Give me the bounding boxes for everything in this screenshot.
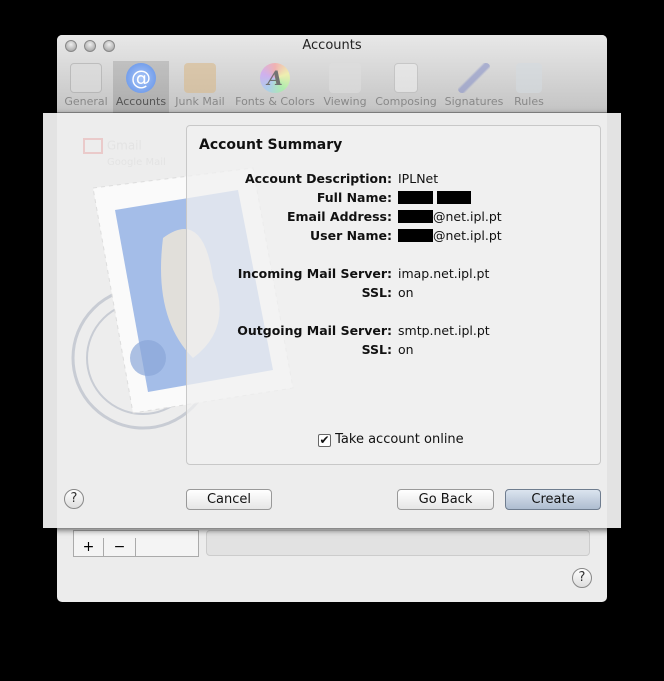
switch-icon (70, 63, 102, 93)
incoming-server-label: Incoming Mail Server: (237, 266, 392, 281)
full-name-label: Full Name: (316, 190, 392, 205)
junk-bag-icon (184, 63, 216, 93)
account-summary-sheet: Gmail Google Mail Account Summary Account… (43, 113, 621, 528)
sheet-heading: Account Summary (199, 137, 343, 153)
take-online-checkbox[interactable]: ✔ Take account online (318, 432, 464, 447)
summary-box: Account Summary Account Description: IPL… (186, 125, 601, 465)
pencil-paper-icon (394, 63, 418, 93)
incoming-ssl-value: on (398, 285, 414, 300)
user-domain: @net.ipl.pt (433, 228, 502, 243)
toolbar: Accounts General @ Accounts Junk Mail A Fo… (57, 35, 607, 113)
redaction (436, 191, 471, 204)
glasses-envelope-icon (329, 63, 361, 93)
font-color-wheel-icon: A (260, 63, 290, 93)
go-back-button[interactable]: Go Back (397, 489, 494, 510)
email-domain: @net.ipl.pt (433, 209, 502, 224)
help-button-background[interactable]: ? (572, 568, 592, 588)
incoming-ssl-label: SSL: (361, 285, 392, 300)
redaction (398, 229, 433, 242)
toolbar-label: General (64, 95, 108, 108)
email-address-value: @net.ipl.pt (398, 209, 502, 224)
incoming-server-value: imap.net.ipl.pt (398, 266, 490, 281)
toolbar-composing[interactable]: Composing (373, 61, 439, 113)
account-description-value: IPLNet (398, 171, 439, 186)
outgoing-ssl-value: on (398, 342, 414, 357)
account-detail-panel (206, 530, 590, 556)
redaction (398, 210, 433, 223)
at-icon: @ (126, 63, 156, 93)
take-online-label: Take account online (335, 432, 464, 447)
toolbar-label: Viewing (323, 95, 367, 108)
toolbar-label: Signatures (444, 95, 504, 108)
pen-signature-icon (458, 63, 490, 93)
rules-arrows-icon (516, 63, 542, 93)
account-name: Gmail (106, 138, 142, 153)
account-list-controls: + − (73, 530, 199, 557)
user-name-label: User Name: (310, 228, 392, 243)
outgoing-server-label: Outgoing Mail Server: (237, 323, 392, 338)
toolbar-signatures[interactable]: Signatures (443, 61, 505, 113)
redaction (398, 191, 433, 204)
add-account-button[interactable]: + (74, 538, 104, 557)
toolbar-rules[interactable]: Rules (509, 61, 549, 113)
outgoing-ssl-label: SSL: (361, 342, 392, 357)
toolbar-viewing[interactable]: Viewing (321, 61, 369, 113)
account-description-label: Account Description: (244, 171, 392, 186)
toolbar-label: Junk Mail (175, 95, 225, 108)
toolbar-label: Fonts & Colors (235, 95, 315, 108)
toolbar-fonts-colors[interactable]: A Fonts & Colors (233, 61, 317, 113)
toolbar-accounts[interactable]: @ Accounts (113, 61, 169, 113)
toolbar-label: Rules (514, 95, 544, 108)
create-button[interactable]: Create (505, 489, 601, 510)
help-button[interactable]: ? (64, 489, 84, 509)
toolbar-general[interactable]: General (63, 61, 109, 113)
gmail-icon (83, 138, 103, 154)
user-name-value: @net.ipl.pt (398, 228, 502, 243)
full-name-value (398, 190, 471, 205)
cancel-button[interactable]: Cancel (186, 489, 272, 510)
checkmark-icon: ✔ (318, 433, 331, 447)
toolbar-label: Composing (375, 95, 437, 108)
remove-account-button[interactable]: − (104, 538, 136, 557)
window-title: Accounts (302, 38, 362, 53)
toolbar-label: Accounts (115, 95, 167, 108)
toolbar-junk-mail[interactable]: Junk Mail (173, 61, 227, 113)
outgoing-server-value: smtp.net.ipl.pt (398, 323, 490, 338)
email-address-label: Email Address: (286, 209, 392, 224)
